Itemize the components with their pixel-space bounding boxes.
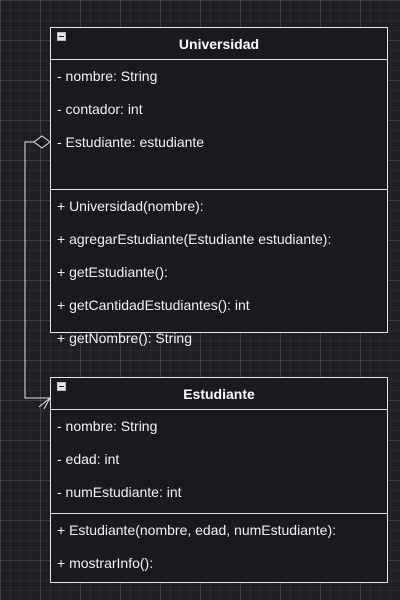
method-row: + getEstudiante(): <box>57 264 168 280</box>
attribute-row: - Estudiante: estudiante <box>57 134 205 150</box>
class-name: Estudiante <box>183 386 255 402</box>
methods-section: + Estudiante(nombre, edad, numEstudiante… <box>51 514 387 582</box>
attributes-section: - nombre: String - edad: int - numEstudi… <box>51 410 387 514</box>
class-universidad[interactable]: Universidad - nombre: String - contador:… <box>50 27 388 346</box>
method-row: + agregarEstudiante(Estudiante estudiant… <box>57 231 332 247</box>
class-header[interactable]: Estudiante <box>51 378 387 410</box>
attribute-row: - numEstudiante: int <box>57 484 182 500</box>
class-header[interactable]: Universidad <box>51 28 387 60</box>
attribute-row: - contador: int <box>57 101 143 117</box>
class-estudiante[interactable]: Estudiante - nombre: String - edad: int … <box>50 377 388 583</box>
attribute-row: - nombre: String <box>57 418 158 434</box>
attribute-row: - edad: int <box>57 451 120 467</box>
class-name: Universidad <box>178 36 260 52</box>
method-row: + mostrarInfo(): <box>57 555 154 571</box>
method-row: + Universidad(nombre): <box>57 198 204 214</box>
methods-section: + Universidad(nombre): + agregarEstudian… <box>51 190 387 357</box>
aggregation-diamond <box>33 135 51 149</box>
attribute-row: - nombre: String <box>57 68 158 84</box>
attributes-section: - nombre: String - contador: int - Estud… <box>51 60 387 190</box>
method-row: + Estudiante(nombre, edad, numEstudiante… <box>57 522 337 538</box>
connector-line <box>24 141 50 399</box>
method-row: + getNombre(): String <box>57 330 192 346</box>
arrowhead-open <box>38 397 51 410</box>
method-row: + getCantidadEstudiantes(): int <box>57 297 250 313</box>
